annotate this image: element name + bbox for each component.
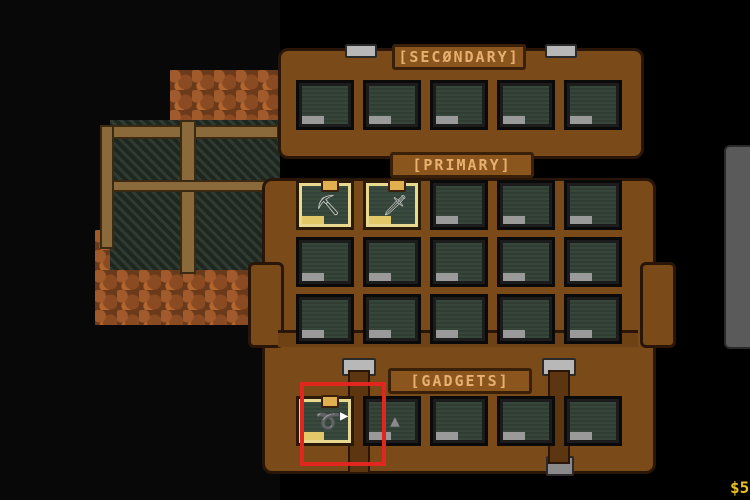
primary-slot[interactable] — [296, 294, 354, 344]
backpack-side-right — [640, 262, 676, 348]
cursor-arrow-icon: ▶ — [340, 408, 349, 424]
primary-slot[interactable] — [430, 237, 488, 287]
primary-slot[interactable] — [497, 180, 555, 230]
primary-slot[interactable] — [564, 237, 622, 287]
scaffold-beam-mid — [100, 180, 279, 192]
primary-slot[interactable] — [430, 180, 488, 230]
primary-slot[interactable] — [564, 294, 622, 344]
primary-slot[interactable] — [430, 294, 488, 344]
offscreen-panel — [724, 145, 750, 349]
primary-slot[interactable]: ⛏ — [296, 179, 354, 230]
primary-slot[interactable] — [497, 294, 555, 344]
primary-slot[interactable] — [564, 180, 622, 230]
primary-slot[interactable] — [296, 237, 354, 287]
secondary-slot[interactable] — [430, 80, 488, 130]
secondary-section-label: [SECØNDARY] — [392, 44, 526, 70]
clasp-icon — [545, 44, 577, 58]
gadget-slot[interactable] — [564, 396, 622, 446]
gadgets-section-label: [GADGETS] — [388, 368, 532, 394]
clasp-icon — [345, 44, 377, 58]
primary-slot[interactable] — [497, 237, 555, 287]
primary-slot[interactable]: 🗡 — [363, 179, 421, 230]
primary-section-label: [PRIMARY] — [390, 152, 534, 178]
scaffold-post-left — [100, 125, 114, 249]
gadget-slot[interactable] — [430, 396, 488, 446]
gadget-slot[interactable] — [497, 396, 555, 446]
secondary-slot[interactable] — [363, 80, 421, 130]
sword-icon: 🗡 — [382, 193, 408, 217]
secondary-slot[interactable] — [497, 80, 555, 130]
secondary-slot[interactable] — [296, 80, 354, 130]
primary-slot[interactable] — [363, 237, 421, 287]
secondary-slot[interactable] — [564, 80, 622, 130]
primary-slot[interactable] — [363, 294, 421, 344]
money-counter: $5 — [730, 478, 750, 497]
scaffold-post — [180, 120, 196, 274]
selection-highlight — [300, 382, 386, 466]
pickaxe-icon: ⛏ — [315, 193, 341, 217]
